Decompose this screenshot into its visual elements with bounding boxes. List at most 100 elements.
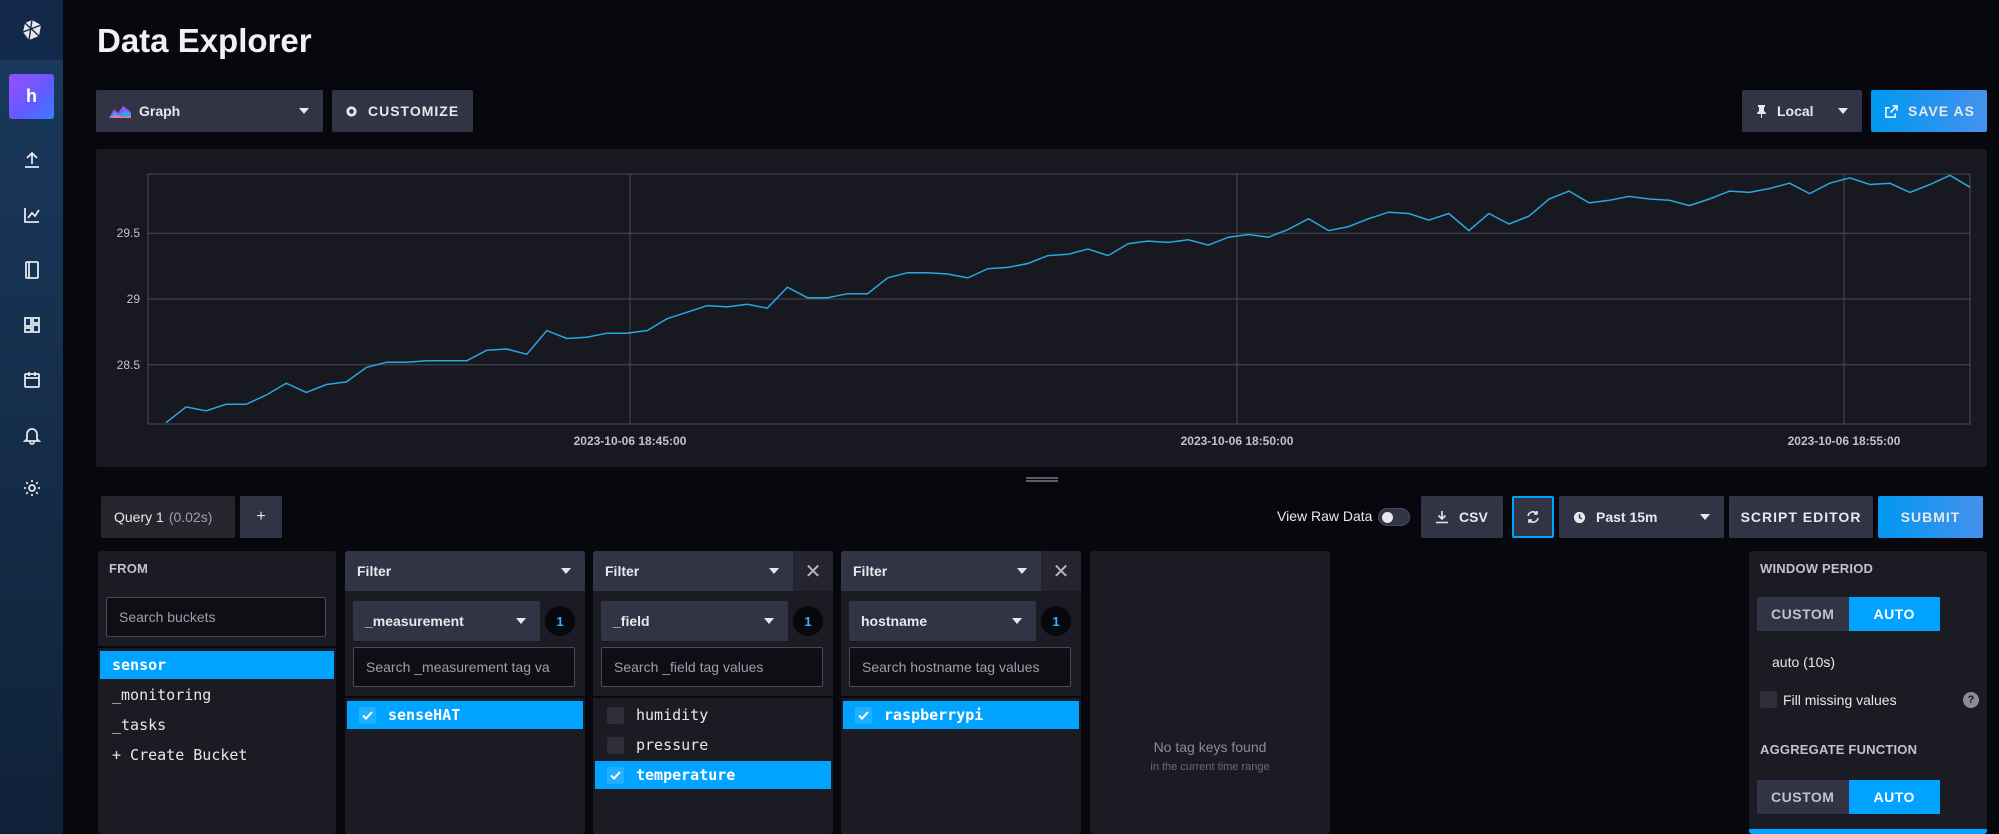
x-tick-label: 2023-10-06 18:50:00 <box>1181 434 1294 448</box>
bucket-item-tasks[interactable]: _tasks <box>100 711 334 739</box>
bucket-label: sensor <box>112 656 167 674</box>
view-raw-data-toggle[interactable] <box>1378 508 1410 526</box>
csv-button[interactable]: CSV <box>1421 496 1503 538</box>
checkbox-unchecked-icon[interactable] <box>607 706 624 724</box>
chevron-down-icon <box>1700 514 1710 520</box>
nav-data-explorer-icon[interactable] <box>0 195 63 235</box>
query-tab-label: Query 1 <box>114 509 164 525</box>
checkbox-checked-icon[interactable] <box>359 706 376 724</box>
search-buckets-input[interactable]: Search buckets <box>106 597 326 637</box>
checkbox-unchecked-icon[interactable] <box>607 736 624 754</box>
org-initial: h <box>26 86 37 106</box>
tag-value-humidity[interactable]: humidity <box>595 701 831 729</box>
graph-panel[interactable]: 28.5 29 29.5 2023-10-06 18:45:00 2023-10-06 … <box>96 149 1987 467</box>
help-icon[interactable]: ? <box>1963 692 1979 708</box>
tag-value-temperature[interactable]: temperature <box>595 761 831 789</box>
search-placeholder: Search _field tag values <box>614 659 764 675</box>
nav-tasks-icon[interactable] <box>0 360 63 400</box>
checkbox-unchecked-icon[interactable] <box>1760 691 1777 708</box>
nav-dashboards-icon[interactable] <box>0 305 63 345</box>
aggregate-function-toggle: CUSTOM AUTO <box>1757 780 1940 814</box>
filter-title: Filter <box>357 563 392 579</box>
nav-settings-icon[interactable] <box>0 468 63 508</box>
refresh-icon <box>1527 511 1539 523</box>
chevron-down-icon <box>1012 618 1022 624</box>
tag-key-label: hostname <box>861 613 928 629</box>
selected-function-edge <box>1749 829 1987 834</box>
aggregate-function-label: AGGREGATE FUNCTION <box>1760 742 1918 757</box>
tag-value-label: humidity <box>636 706 709 724</box>
customize-label: CUSTOMIZE <box>368 103 460 119</box>
divider <box>593 696 833 698</box>
bucket-label: _tasks <box>112 716 167 734</box>
tag-value-raspberrypi[interactable]: raspberrypi <box>843 701 1079 729</box>
tag-values-search-input[interactable]: Search hostname tag values <box>849 647 1071 687</box>
filter-title: Filter <box>605 563 640 579</box>
filter-title: Filter <box>853 563 888 579</box>
nav-alerts-icon[interactable] <box>0 415 63 455</box>
filter-function-dropdown[interactable]: Filter <box>841 551 1041 591</box>
window-auto-button[interactable]: AUTO <box>1848 597 1940 631</box>
nav-load-data-icon[interactable] <box>0 140 63 180</box>
create-bucket-link[interactable]: + Create Bucket <box>100 741 334 769</box>
graph-type-icon <box>109 106 131 118</box>
chevron-down-icon <box>299 108 309 114</box>
timezone-label: Local <box>1777 103 1814 119</box>
left-nav: h <box>0 0 63 834</box>
influx-logo-icon[interactable] <box>0 0 63 60</box>
clock-icon <box>1573 511 1586 523</box>
vis-type-dropdown[interactable]: Graph <box>96 90 323 132</box>
gear-icon <box>346 105 357 117</box>
tag-value-label: temperature <box>636 766 736 784</box>
aggregate-auto-button[interactable]: AUTO <box>1848 780 1940 814</box>
tag-values-search-input[interactable]: Search _field tag values <box>601 647 823 687</box>
tag-value-label: senseHAT <box>388 706 461 724</box>
refresh-button[interactable] <box>1512 496 1554 538</box>
query-tab[interactable]: Query 1 (0.02s) <box>101 496 235 538</box>
filter-card-field: Filter ✕ _field 1 Search _field tag valu… <box>593 551 833 834</box>
script-editor-button[interactable]: SCRIPT EDITOR <box>1729 496 1873 538</box>
checkbox-checked-icon[interactable] <box>607 766 624 784</box>
save-as-button[interactable]: SAVE AS <box>1871 90 1987 132</box>
nav-notebooks-icon[interactable] <box>0 250 63 290</box>
close-icon[interactable]: ✕ <box>793 551 833 591</box>
checkbox-checked-icon[interactable] <box>855 706 872 724</box>
tag-key-dropdown[interactable]: _measurement <box>353 601 540 641</box>
save-as-label: SAVE AS <box>1908 103 1975 119</box>
from-label: FROM <box>109 561 149 576</box>
chevron-down-icon <box>561 568 571 574</box>
tag-value-pressure[interactable]: pressure <box>595 731 831 759</box>
tag-key-dropdown[interactable]: _field <box>601 601 788 641</box>
aggregate-settings-panel: WINDOW PERIOD CUSTOM AUTO auto (10s) Fil… <box>1749 551 1987 834</box>
close-icon[interactable]: ✕ <box>1041 551 1081 591</box>
time-range-dropdown[interactable]: Past 15m <box>1559 496 1724 538</box>
external-link-icon <box>1885 104 1898 118</box>
window-custom-button[interactable]: CUSTOM <box>1757 597 1849 631</box>
timezone-dropdown[interactable]: Local <box>1742 90 1862 132</box>
filter-function-dropdown[interactable]: Filter <box>345 551 585 591</box>
chevron-down-icon <box>1838 108 1848 114</box>
fill-missing-row[interactable]: Fill missing values <box>1760 691 1897 708</box>
fill-missing-label: Fill missing values <box>1783 691 1897 708</box>
selected-count-badge: 1 <box>545 606 575 636</box>
bucket-item-monitoring[interactable]: _monitoring <box>100 681 334 709</box>
submit-label: SUBMIT <box>1900 509 1961 525</box>
chevron-down-icon <box>516 618 526 624</box>
aggregate-custom-button[interactable]: CUSTOM <box>1757 780 1849 814</box>
tag-value-label: raspberrypi <box>884 706 984 724</box>
tag-values-search-input[interactable]: Search _measurement tag va <box>353 647 575 687</box>
bucket-item-sensor[interactable]: sensor <box>100 651 334 679</box>
add-query-button[interactable]: + <box>240 496 282 538</box>
submit-button[interactable]: SUBMIT <box>1878 496 1983 538</box>
divider <box>841 696 1081 698</box>
divider <box>98 646 336 648</box>
window-period-toggle: CUSTOM AUTO <box>1757 597 1940 631</box>
filter-function-dropdown[interactable]: Filter <box>593 551 793 591</box>
customize-button[interactable]: CUSTOMIZE <box>332 90 473 132</box>
vis-type-label: Graph <box>139 103 181 119</box>
org-avatar[interactable]: h <box>9 74 54 119</box>
resize-handle[interactable] <box>1026 477 1058 482</box>
tag-value-label: pressure <box>636 736 709 754</box>
tag-value-sensehat[interactable]: senseHAT <box>347 701 583 729</box>
tag-key-dropdown[interactable]: hostname <box>849 601 1036 641</box>
